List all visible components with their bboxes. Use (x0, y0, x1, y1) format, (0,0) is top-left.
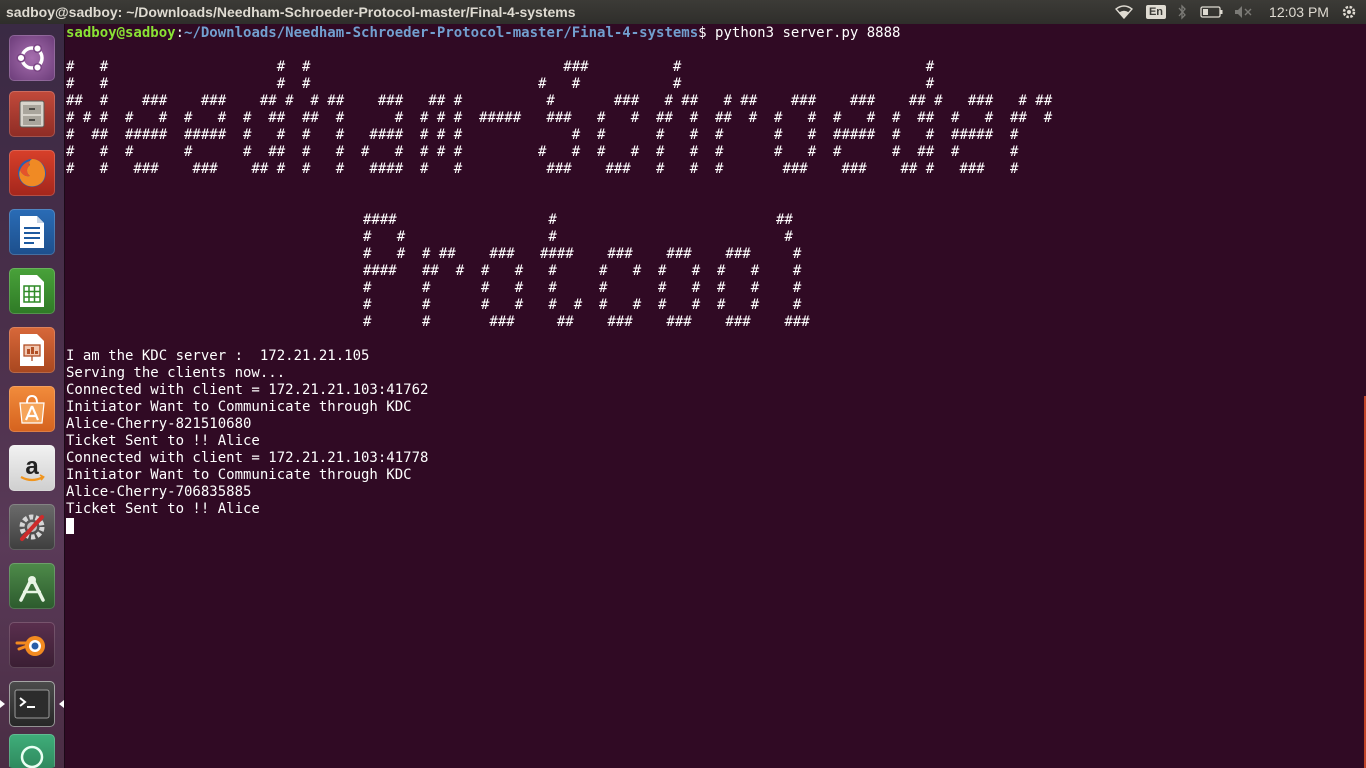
output-line: Alice-Cherry-706835885 (66, 484, 252, 500)
banner-line: #### ## # # # # # # # # # # # (363, 263, 802, 279)
launcher-android-studio[interactable] (7, 561, 57, 611)
output-line: Ticket Sent to !! Alice (66, 433, 260, 449)
banner-line: # # # # # ## # # # # # # # # # # # # # #… (66, 144, 1019, 160)
output-line: Connected with client = 172.21.21.103:41… (66, 382, 429, 398)
output-line: Initiator Want to Communicate through KD… (66, 399, 412, 415)
banner-line: # # ### ## ### ### ### ### (363, 314, 810, 330)
output-line: Initiator Want to Communicate through KD… (66, 467, 412, 483)
software-bag-icon (9, 386, 55, 432)
banner-spacer (66, 42, 1052, 59)
banner-needham-schroeder: # # # # ### # # # # # # # # # # ## # ###… (66, 59, 1052, 178)
launcher-ubuntu-software[interactable] (7, 384, 57, 434)
terminal-focused-indicator (59, 700, 64, 708)
output-line: Connected with client = 172.21.21.103:41… (66, 450, 429, 466)
power-gear-icon[interactable] (1338, 0, 1360, 24)
blender-icon (9, 622, 55, 668)
output-line: Alice-Cherry-821510680 (66, 416, 252, 432)
settings-tools-icon (9, 504, 55, 550)
prompt-dollar: $ (698, 25, 716, 41)
terminal-cursor (66, 518, 74, 534)
top-panel: sadboy@sadboy: ~/Downloads/Needham-Schro… (0, 0, 1366, 24)
android-studio-icon (9, 563, 55, 609)
wifi-icon[interactable] (1112, 0, 1136, 24)
terminal-output[interactable]: sadboy@sadboy:~/Downloads/Needham-Schroe… (66, 25, 1052, 535)
file-cabinet-icon (9, 91, 55, 137)
ubuntu-logo-icon (9, 35, 55, 81)
amazon-icon: a (9, 445, 55, 491)
banner-line: # # # # # # # # ## ## # # # # # ##### ##… (66, 110, 1053, 126)
calc-spreadsheet-icon (9, 268, 55, 314)
prompt-separator: : (175, 25, 185, 41)
impress-presentation-icon (9, 327, 55, 373)
keyboard-layout-indicator[interactable]: En (1145, 0, 1167, 24)
banner-line: ## # ### ### ## # # ## ### ## # # ### # … (66, 93, 1053, 109)
banner-line: # # # # # # # # (66, 76, 935, 92)
banner-spacer (66, 195, 1052, 212)
output-line: I am the KDC server : 172.21.21.105 (66, 348, 370, 364)
launcher-firefox[interactable] (7, 148, 57, 198)
launcher-blender[interactable] (7, 620, 57, 670)
app-icon (9, 734, 55, 768)
banner-line: # ## ##### ##### # # # # #### # # # # # … (66, 127, 1019, 143)
prompt-user: sadboy@sadboy (66, 25, 176, 41)
banner-protocol: #### # ## # # # # # # # ## ### #### ### ##… (66, 212, 1052, 331)
bluetooth-icon[interactable] (1173, 0, 1191, 24)
window-title: sadboy@sadboy: ~/Downloads/Needham-Schro… (6, 4, 576, 20)
clock[interactable]: 12:03 PM (1264, 0, 1334, 24)
launcher-libreoffice-calc[interactable] (7, 266, 57, 316)
launcher-ubuntu-dash[interactable] (7, 33, 57, 83)
firefox-icon (9, 150, 55, 196)
banner-line: # # # # (363, 229, 793, 245)
banner-line: # # # # # # # # # # # (363, 280, 802, 296)
banner-line: # # # # ### # # (66, 59, 935, 75)
banner-line: # # ### ### ## # # # #### # # ### ### # … (66, 161, 1019, 177)
terminal-icon (9, 681, 55, 727)
launcher-amazon[interactable]: a (7, 443, 57, 493)
launcher: a (0, 24, 65, 768)
banner-line: # # # ## ### #### ### ### ### # (363, 246, 802, 262)
battery-icon[interactable] (1198, 0, 1226, 24)
keyboard-layout-label: En (1145, 5, 1167, 19)
command-text: python3 server.py 8888 (715, 25, 901, 41)
volume-muted-icon[interactable] (1232, 0, 1254, 24)
output-line: Ticket Sent to !! Alice (66, 501, 260, 517)
launcher-files[interactable] (7, 89, 57, 139)
output-line: Serving the clients now... (66, 365, 286, 381)
cursor-line (66, 518, 1052, 535)
banner-spacer (66, 178, 1052, 195)
terminal-window[interactable]: sadboy@sadboy:~/Downloads/Needham-Schroe… (65, 24, 1366, 768)
launcher-libreoffice-impress[interactable] (7, 325, 57, 375)
writer-document-icon (9, 209, 55, 255)
launcher-other-app[interactable] (7, 732, 57, 768)
banner-line: # # # # # # # # # # # # # (363, 297, 802, 313)
banner-spacer (66, 331, 1052, 348)
svg-text:a: a (25, 453, 39, 480)
launcher-libreoffice-writer[interactable] (7, 207, 57, 257)
banner-line: #### # ## (363, 212, 793, 228)
terminal-running-indicator (0, 700, 5, 708)
prompt-path: ~/Downloads/Needham-Schroeder-Protocol-m… (184, 25, 699, 41)
launcher-terminal[interactable] (7, 679, 57, 729)
launcher-system-settings[interactable] (7, 502, 57, 552)
